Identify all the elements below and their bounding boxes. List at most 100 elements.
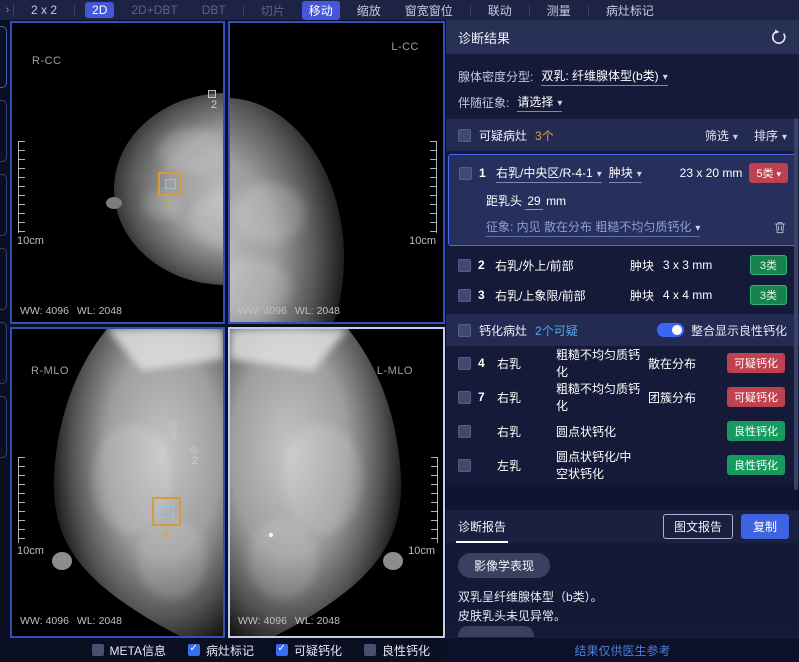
panel-title: 诊断结果 xyxy=(458,28,510,47)
lesion-checkbox[interactable] xyxy=(458,289,471,302)
lesions-select-all-checkbox[interactable] xyxy=(458,129,471,142)
checkbox-suspicious-calc[interactable]: 可疑钙化 xyxy=(276,642,342,659)
nipple-distance-value[interactable]: 29 xyxy=(525,194,542,210)
sign-dropdown[interactable]: 征象: 内见 散在分布 粗糙不均匀质钙化 xyxy=(486,218,700,237)
link-button[interactable]: 联动 xyxy=(481,1,519,20)
viewport-l-mlo[interactable]: L-MLO 10cm WW:4096 WL:2048 xyxy=(228,327,445,638)
viewport-l-cc[interactable]: L-CC 10cm WW:4096 WL:2048 xyxy=(228,21,445,324)
finding-marker-circle[interactable] xyxy=(190,446,198,454)
calc-description: 圆点状钙化/中空状钙化 xyxy=(556,448,641,482)
lesion-item-selected[interactable]: 1 右乳/中央区/R-4-1 肿块 23 x 20 mm 5类▾ 距乳头 29 … xyxy=(448,154,797,246)
checkbox-label: 可疑钙化 xyxy=(294,642,342,659)
mode-2d-dbt-button[interactable]: 2D+DBT xyxy=(124,2,184,18)
calc-count: 2个可疑 xyxy=(535,322,578,339)
calc-description: 粗糙不均匀质钙化 xyxy=(556,380,641,414)
toolbar: › 2 x 2 2D 2D+DBT DBT 切片 移动 缩放 窗宽窗位 联动 测… xyxy=(0,0,799,20)
sort-dropdown[interactable]: 排序 xyxy=(754,127,787,144)
calc-distribution: 散在分布 xyxy=(648,355,720,372)
lesion-location-dropdown[interactable]: 右乳/中央区/R-4-1 xyxy=(496,164,602,183)
finding-marker-box[interactable] xyxy=(208,90,216,98)
calcification-item[interactable]: 4 右乳 粗糙不均匀质钙化 散在分布 可疑钙化 xyxy=(446,346,799,380)
checkbox-icon[interactable] xyxy=(188,644,200,656)
thumbnail-item[interactable] xyxy=(0,248,7,310)
collapse-panel-icon[interactable]: › xyxy=(2,4,14,16)
mammogram-l-cc xyxy=(230,23,443,322)
density-dropdown[interactable]: 双乳: 纤维腺体型(b类) xyxy=(541,67,667,86)
zoom-button[interactable]: 缩放 xyxy=(350,1,388,20)
thumbnail-item[interactable] xyxy=(0,100,7,162)
viewport-r-mlo[interactable]: R-MLO 10cm 3 2 1 WW:4096 WL:2048 xyxy=(10,327,225,638)
diagnosis-panel: 诊断结果 腺体密度分型: 双乳: 纤维腺体型(b类) 伴随征象: 请选择 可疑病… xyxy=(446,20,799,662)
thumbnail-item[interactable] xyxy=(0,174,7,236)
calcification-item[interactable]: 7 右乳 粗糙不均匀质钙化 团簇分布 可疑钙化 xyxy=(446,380,799,414)
viewport-r-cc[interactable]: R-CC 10cm 2 1 WW:4096 WL:2048 xyxy=(10,21,225,324)
window-level-readout: WW:4096 WL:2048 xyxy=(238,305,340,317)
checkbox-meta-info[interactable]: META信息 xyxy=(92,642,166,659)
birads-grade-badge: 3类 xyxy=(750,285,787,305)
checkbox-lesion-marks[interactable]: 病灶标记 xyxy=(188,642,254,659)
checkbox-icon[interactable] xyxy=(276,644,288,656)
lesion-checkbox[interactable] xyxy=(459,167,472,180)
lesion-mark-button[interactable]: 病灶标记 xyxy=(599,1,661,20)
slice-button[interactable]: 切片 xyxy=(254,1,292,20)
thumbnail-item[interactable] xyxy=(0,26,7,88)
calc-checkbox[interactable] xyxy=(458,391,471,404)
mammography-viewer-app: › 2 x 2 2D 2D+DBT DBT 切片 移动 缩放 窗宽窗位 联动 测… xyxy=(0,0,799,662)
filter-dropdown[interactable]: 筛选 xyxy=(705,127,738,144)
calc-select-all-checkbox[interactable] xyxy=(458,324,471,337)
mode-dbt-button[interactable]: DBT xyxy=(195,2,233,18)
lesion-roi-box[interactable] xyxy=(158,172,182,196)
window-level-readout: WW:4096 WL:2048 xyxy=(20,305,122,317)
finding-marker-box[interactable] xyxy=(169,421,177,429)
lesion-size: 4 x 4 mm xyxy=(663,288,743,302)
lesion-item[interactable]: 2 右乳/外上/前部 肿块 3 x 3 mm 3类 xyxy=(446,250,799,280)
checkbox-icon[interactable] xyxy=(92,644,104,656)
measure-button[interactable]: 测量 xyxy=(540,1,578,20)
checkbox-benign-calc[interactable]: 良性钙化 xyxy=(364,642,430,659)
layout-2x2-button[interactable]: 2 x 2 xyxy=(24,2,64,18)
calcification-item[interactable]: 右乳 圆点状钙化 良性钙化 xyxy=(446,414,799,448)
lesion-type: 肿块 xyxy=(630,257,656,274)
toolbar-divider xyxy=(588,5,589,16)
birads-grade-dropdown[interactable]: 5类▾ xyxy=(749,163,788,183)
overlay-checkbox-bar: META信息 病灶标记 可疑钙化 良性钙化 xyxy=(10,640,444,660)
disclaimer-text: 结果仅供医生参考 xyxy=(574,642,670,659)
window-level-readout: WW:4096 WL:2048 xyxy=(238,615,340,627)
lesion-checkbox[interactable] xyxy=(458,259,471,272)
delete-lesion-icon[interactable] xyxy=(774,221,786,234)
mode-2d-button[interactable]: 2D xyxy=(85,2,114,18)
toolbar-divider xyxy=(529,5,530,16)
calcification-item[interactable]: 左乳 圆点状钙化/中空状钙化 良性钙化 xyxy=(446,448,799,482)
finding-marker-number: 3 xyxy=(171,430,177,442)
calc-checkbox[interactable] xyxy=(458,459,471,472)
lesion-item[interactable]: 3 右乳/上象限/前部 肿块 4 x 4 mm 3类 xyxy=(446,280,799,310)
scale-label: 10cm xyxy=(408,545,435,557)
calc-checkbox[interactable] xyxy=(458,425,471,438)
lesion-location: 右乳/外上/前部 xyxy=(495,257,623,274)
checkbox-label: META信息 xyxy=(110,642,166,659)
accompany-dropdown[interactable]: 请选择 xyxy=(517,93,562,112)
accompany-label: 伴随征象: xyxy=(458,94,509,111)
graphic-report-button[interactable]: 图文报告 xyxy=(663,514,733,539)
toolbar-divider xyxy=(470,5,471,16)
panel-scrollbar[interactable] xyxy=(794,118,798,490)
lesion-type: 肿块 xyxy=(630,287,656,304)
copy-button[interactable]: 复制 xyxy=(741,514,789,539)
calc-description: 圆点状钙化 xyxy=(556,423,641,440)
calc-checkbox[interactable] xyxy=(458,357,471,370)
pan-button[interactable]: 移动 xyxy=(302,1,340,20)
benign-calc-toggle[interactable] xyxy=(657,323,684,337)
window-level-button[interactable]: 窗宽窗位 xyxy=(398,1,460,20)
lesion-number: 3 xyxy=(478,288,488,302)
checkbox-icon[interactable] xyxy=(364,644,376,656)
tab-diagnostic-report[interactable]: 诊断报告 xyxy=(456,511,508,543)
view-label: R-MLO xyxy=(31,365,69,377)
reset-icon[interactable] xyxy=(771,29,787,45)
lesion-roi-box[interactable] xyxy=(152,497,181,526)
calc-side: 右乳 xyxy=(497,355,549,372)
lesions-header-label: 可疑病灶 xyxy=(479,127,527,144)
thumbnail-item[interactable] xyxy=(0,396,7,458)
thumbnail-item[interactable] xyxy=(0,322,7,384)
checkbox-label: 病灶标记 xyxy=(206,642,254,659)
lesion-type-dropdown[interactable]: 肿块 xyxy=(609,164,642,183)
